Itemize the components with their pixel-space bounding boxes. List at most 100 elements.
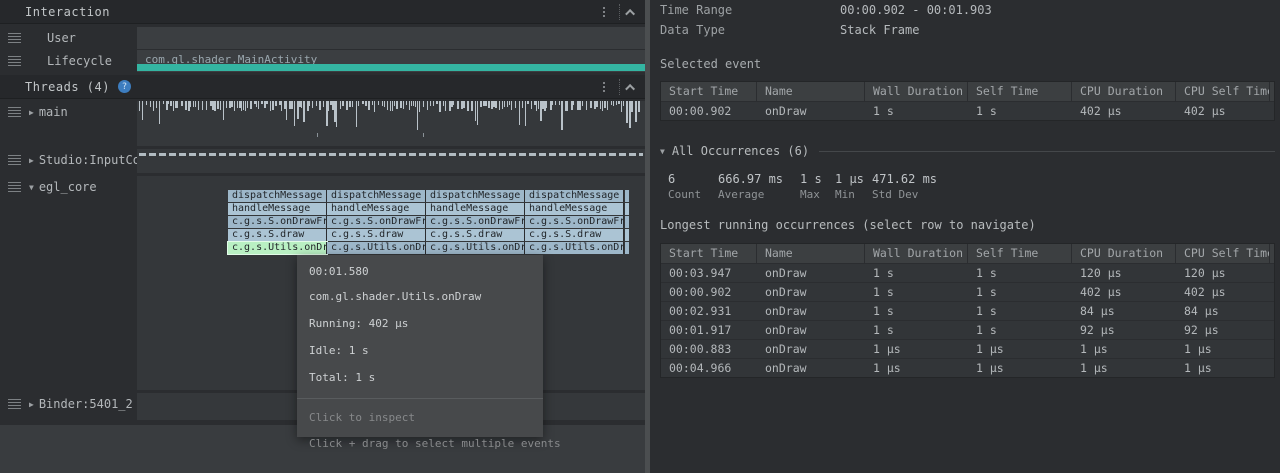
column-header[interactable]: Wall Duration (865, 244, 968, 263)
column-header[interactable]: Name (757, 82, 865, 101)
table-row[interactable]: 00:00.883onDraw1 µs1 µs1 µs1 µs (661, 339, 1274, 358)
flame-event[interactable]: handleMessage (228, 203, 327, 215)
stat-value: 471.62 ms (872, 172, 937, 188)
trace-tick (423, 133, 424, 137)
drag-handle-icon[interactable] (8, 56, 21, 66)
collapse-arrow-icon[interactable]: ▼ (29, 183, 34, 192)
table-cell: 00:00.902 (661, 102, 757, 120)
more-options-icon[interactable] (597, 3, 611, 21)
more-options-icon[interactable] (597, 78, 611, 96)
table-row[interactable]: 00:04.966onDraw1 µs1 µs1 µs1 µs (661, 358, 1274, 377)
column-header[interactable]: Self Time (968, 244, 1072, 263)
flame-event[interactable]: c.g.s.S.onDrawFrame (525, 216, 624, 228)
column-header[interactable]: CPU Self Time (1176, 82, 1270, 101)
drag-handle-icon[interactable] (8, 33, 21, 43)
column-header[interactable]: CPU Self Time (1176, 244, 1270, 263)
column-header[interactable]: CPU Duration (1072, 82, 1176, 101)
column-header[interactable]: Start Time (661, 82, 757, 101)
column-header[interactable]: Start Time (661, 244, 757, 263)
divider (619, 79, 620, 95)
collapse-section-icon[interactable] (625, 8, 635, 18)
table-row[interactable]: 00:00.902onDraw1 s1 s402 µs402 µs (661, 282, 1274, 301)
collapse-section-icon[interactable] (625, 83, 635, 93)
flame-event-selected[interactable]: c.g.s.Utils.onDraw (228, 242, 327, 254)
flame-event[interactable]: dispatchMessage (426, 190, 525, 202)
table-cell: 1 s (865, 264, 968, 282)
tooltip-divider (297, 398, 543, 399)
flame-event[interactable]: c.g.s.S.draw (228, 229, 327, 241)
flame-event-partial[interactable] (625, 242, 629, 254)
expand-arrow-icon[interactable]: ▶ (29, 400, 34, 409)
flame-event-partial[interactable] (625, 203, 629, 215)
table-row[interactable]: 00:03.947onDraw1 s1 s120 µs120 µs (661, 263, 1274, 282)
table-cell: 1 µs (1176, 359, 1270, 377)
table-row[interactable]: 00:00.902onDraw1 s1 s402 µs402 µs (661, 101, 1274, 120)
table-cell: onDraw (757, 283, 865, 301)
column-header[interactable]: CPU Duration (1072, 244, 1176, 263)
table-cell: 402 µs (1176, 283, 1270, 301)
stat-label: Min (835, 188, 872, 201)
stat-value: 1 µs (835, 172, 872, 188)
drag-handle-icon[interactable] (8, 182, 21, 192)
flame-event[interactable]: c.g.s.Utils.onDraw (327, 242, 426, 254)
drag-handle-icon[interactable] (8, 155, 21, 165)
flame-event[interactable]: c.g.s.S.draw (327, 229, 426, 241)
user-track-row: User (0, 27, 645, 49)
table-row[interactable]: 00:02.931onDraw1 s1 s84 µs84 µs (661, 301, 1274, 320)
flame-event-partial[interactable] (625, 229, 629, 241)
flame-event[interactable]: c.g.s.Utils.onDraw (426, 242, 525, 254)
flame-event[interactable]: c.g.s.S.onDrawFrame (426, 216, 525, 228)
flame-event-partial[interactable] (625, 190, 629, 202)
table-cell: 1 µs (968, 340, 1072, 358)
stat-value: 6 (668, 172, 718, 188)
flame-event[interactable]: c.g.s.S.draw (426, 229, 525, 241)
threads-header-controls (597, 75, 635, 99)
flame-event[interactable]: handleMessage (525, 203, 624, 215)
time-range-value: 00:00.902 - 00:01.903 (840, 3, 992, 17)
stat-max: 1 sMax (800, 172, 835, 201)
lifecycle-track-row: Lifecycle com.gl.shader.MainActivity (0, 50, 645, 72)
flame-event[interactable]: c.g.s.Utils.onDraw (525, 242, 624, 254)
longest-running-heading: Longest running occurrences (select row … (660, 218, 1036, 232)
lifecycle-track[interactable]: com.gl.shader.MainActivity (137, 50, 645, 72)
table-cell: 00:01.917 (661, 321, 757, 339)
collapse-arrow-icon[interactable]: ▼ (660, 147, 665, 156)
tooltip-event-name: com.gl.shader.Utils.onDraw (309, 290, 531, 303)
column-header[interactable]: Wall Duration (865, 82, 968, 101)
stat-value: 666.97 ms (718, 172, 800, 188)
flame-event[interactable]: dispatchMessage (228, 190, 327, 202)
flame-event[interactable]: dispatchMessage (327, 190, 426, 202)
flame-event[interactable]: handleMessage (426, 203, 525, 215)
flame-event[interactable]: c.g.s.S.onDrawFrame (327, 216, 426, 228)
table-cell: onDraw (757, 359, 865, 377)
table-header-row: Start TimeNameWall DurationSelf TimeCPU … (661, 244, 1274, 263)
table-row[interactable]: 00:01.917onDraw1 s1 s92 µs92 µs (661, 320, 1274, 339)
thread-name-text: egl_core (39, 180, 97, 194)
column-header[interactable]: Name (757, 244, 865, 263)
flame-event[interactable]: c.g.s.S.draw (525, 229, 624, 241)
track-label-text: User (47, 31, 76, 45)
drag-handle-icon[interactable] (8, 399, 21, 409)
panel-scrollbar[interactable] (645, 0, 650, 473)
user-track-label: User (0, 27, 137, 49)
lifecycle-activity-bar[interactable] (137, 64, 645, 71)
stat-std-dev: 471.62 msStd Dev (872, 172, 937, 201)
inputcon-thread-track[interactable] (137, 149, 645, 173)
flame-event[interactable]: handleMessage (327, 203, 426, 215)
flame-event[interactable]: dispatchMessage (525, 190, 624, 202)
eglcore-thread-label: ▼ egl_core (0, 176, 137, 390)
user-track[interactable] (137, 27, 645, 49)
expand-arrow-icon[interactable]: ▶ (29, 156, 34, 165)
drag-handle-icon[interactable] (8, 107, 21, 117)
expand-arrow-icon[interactable]: ▶ (29, 108, 34, 117)
longest-occurrences-table: Start TimeNameWall DurationSelf TimeCPU … (660, 243, 1275, 378)
column-header[interactable]: Self Time (968, 82, 1072, 101)
flame-event[interactable]: c.g.s.S.onDrawFrame (228, 216, 327, 228)
header-rule (819, 151, 1275, 152)
table-cell: 1 µs (1072, 359, 1176, 377)
help-icon[interactable]: ? (118, 80, 131, 93)
tooltip-hint-inspect: Click to inspect (309, 411, 531, 424)
interaction-header-controls (597, 0, 635, 24)
main-thread-track[interactable] (137, 101, 645, 146)
flame-event-partial[interactable] (625, 216, 629, 228)
